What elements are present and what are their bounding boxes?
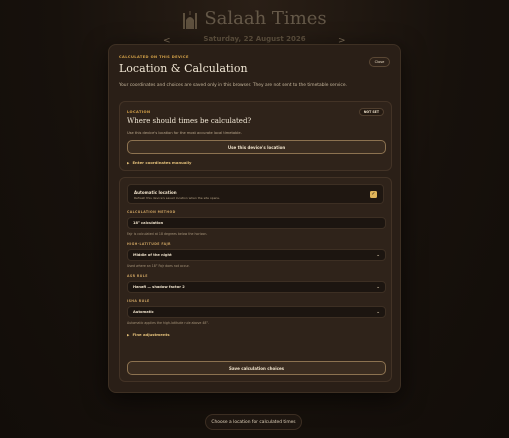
isha-value: Automatic [133,310,154,314]
save-calculation-button[interactable]: Save calculation choices [127,361,386,375]
asr-value: Hanafi — shadow factor 2 [133,285,185,289]
app-header: Salaah Times Saturday, 22 August 2026 [0,8,509,43]
chevron-down-icon: ⌄ [376,284,380,290]
location-subtitle: Use this device's location for the most … [127,131,242,135]
isha-label: ISHA RULE [127,299,150,303]
method-value: 18° calculation [133,221,164,225]
location-section-label: LOCATION [127,110,151,114]
app-title: Salaah Times [204,8,327,29]
manual-coordinates-label: Enter coordinates manually [132,160,192,165]
location-card: LOCATION NOT SET Where should times be c… [119,101,392,171]
high-latitude-label: HIGH-LATITUDE FAJR [127,242,171,246]
isha-select[interactable]: Automatic ⌄ [127,306,386,318]
high-latitude-hint: Used where an 18° Fajr does not occur. [127,264,190,268]
current-date: Saturday, 22 August 2026 [203,34,306,43]
app-title-row: Salaah Times [182,8,327,29]
automatic-location-title: Automatic location [134,190,177,195]
chevron-down-icon: ⌄ [376,252,380,258]
automatic-location-option[interactable]: Automatic location Refresh this device's… [127,184,384,204]
location-title: Where should times be calculated? [127,117,252,125]
asr-select[interactable]: Hanafi — shadow factor 2 ⌄ [127,281,386,293]
use-device-location-button[interactable]: Use this device's location [127,140,386,154]
method-label: CALCULATION METHOD [127,210,176,214]
manual-coordinates-toggle[interactable]: ▶ Enter coordinates manually [127,160,384,165]
close-button[interactable]: Close [369,57,390,67]
chevron-down-icon: ⌄ [376,309,380,315]
method-hint: Fajr is calculated at 18 degrees below t… [127,232,208,236]
mosque-icon [183,10,198,29]
isha-hint: Automatic applies the high-latitude rule… [127,321,209,325]
choose-location-button[interactable]: Choose a location for calculated times [205,414,302,430]
automatic-location-checkbox[interactable]: ✓ [370,191,377,198]
automatic-location-subtitle: Refresh this device's saved location whe… [134,196,220,200]
triangle-right-icon: ▶ [127,160,130,165]
triangle-right-icon: ▶ [127,332,130,337]
fine-adjustments-toggle[interactable]: ▶ Fine adjustments [127,332,384,337]
high-latitude-select[interactable]: Middle of the night ⌄ [127,249,386,261]
fine-adjustments-label: Fine adjustments [132,332,170,337]
status-badge: NOT SET [358,108,384,116]
dialog-title: Location & Calculation [119,62,248,75]
asr-label: ASR RULE [127,274,148,278]
dialog-eyebrow: CALCULATED ON THIS DEVICE [119,55,189,59]
calculation-card: Automatic location Refresh this device's… [119,177,392,382]
high-latitude-value: Middle of the night [133,253,172,257]
location-calculation-dialog: CALCULATED ON THIS DEVICE Location & Cal… [108,44,401,393]
dialog-intro: Your coordinates and choices are saved o… [119,83,347,88]
method-input[interactable]: 18° calculation [127,217,386,229]
